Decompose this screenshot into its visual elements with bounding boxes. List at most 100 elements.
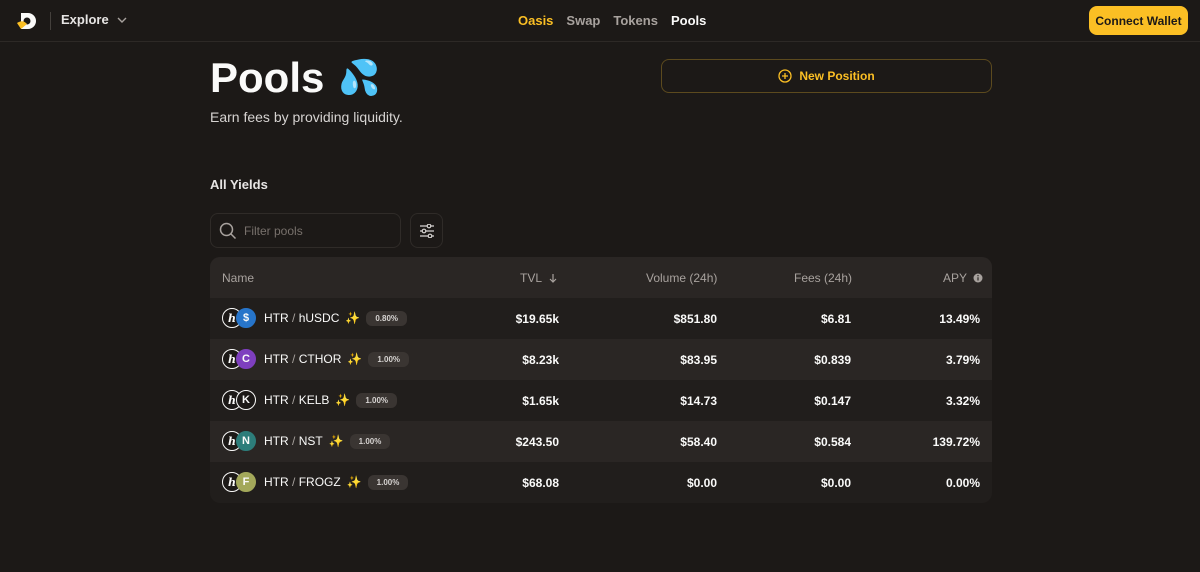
fee-tier-badge: 1.00%: [368, 351, 410, 367]
top-nav-bar: Explore Oasis Swap Tokens Pools Connect …: [0, 0, 1200, 42]
pool-pair: h F HTR / FROGZ ✨ 1.00%: [222, 472, 409, 492]
quote-token-icon: F: [236, 472, 256, 492]
tvl-value: $243.50: [515, 435, 559, 449]
column-volume[interactable]: Volume (24h): [646, 271, 717, 285]
pair-name: HTR / NST: [264, 434, 323, 448]
page-title-text: Pools: [210, 54, 325, 101]
arrow-down-icon: [549, 274, 557, 283]
fee-tier-badge: 1.00%: [367, 474, 409, 490]
fee-tier-badge: 1.00%: [356, 392, 398, 408]
quote-token-symbol: FROGZ: [298, 475, 341, 489]
column-volume-label: Volume (24h): [646, 271, 718, 285]
base-token-symbol: HTR: [264, 434, 289, 448]
sparkle-icon: ✨: [347, 352, 363, 366]
pool-pair: h C HTR / CTHOR ✨ 1.00%: [222, 349, 410, 369]
pool-pair: h N HTR / NST ✨ 1.00%: [222, 431, 391, 451]
main-nav: Oasis Swap Tokens Pools: [518, 13, 706, 28]
apy-value: 3.79%: [945, 353, 980, 367]
pools-table: Name TVL Volume (24h) Fees (24h) APY h $…: [210, 257, 992, 503]
pair-icons: h K: [222, 390, 258, 410]
fee-tier-badge: 1.00%: [349, 433, 391, 449]
fees-value: $0.584: [814, 435, 851, 449]
column-name-label: Name: [222, 271, 255, 285]
page-subtitle: Earn fees by providing liquidity.: [210, 109, 403, 125]
page-title: Pools 💦: [210, 54, 381, 102]
quote-token-icon: C: [236, 349, 256, 369]
table-header: Name TVL Volume (24h) Fees (24h) APY: [210, 257, 992, 298]
pool-pair: h $ HTR / hUSDC ✨ 0.80%: [222, 308, 408, 328]
water-drops-icon: 💦: [338, 59, 381, 97]
filter-pools-search: [210, 213, 401, 248]
plus-circle-icon: [778, 69, 792, 83]
pool-pair: h K HTR / KELB ✨ 1.00%: [222, 390, 398, 410]
explore-menu[interactable]: Explore: [61, 12, 127, 27]
volume-value: $851.80: [673, 312, 717, 326]
apy-value: 139.72%: [932, 435, 980, 449]
volume-value: $83.95: [680, 353, 717, 367]
dozer-logo-icon[interactable]: [16, 10, 38, 32]
quote-token-symbol: CTHOR: [298, 352, 342, 366]
column-apy-label: APY: [943, 271, 968, 285]
apy-value: 0.00%: [945, 476, 980, 490]
quote-token-symbol: NST: [298, 434, 323, 448]
table-row[interactable]: h $ HTR / hUSDC ✨ 0.80% $19.65k $851.80 …: [210, 298, 992, 339]
new-position-button[interactable]: New Position: [661, 59, 992, 93]
column-name[interactable]: Name: [222, 271, 254, 285]
tvl-value: $1.65k: [522, 394, 559, 408]
quote-token-symbol: KELB: [298, 393, 330, 407]
apy-value: 13.49%: [939, 312, 980, 326]
tvl-value: $8.23k: [522, 353, 559, 367]
search-icon: [219, 222, 237, 239]
volume-value: $14.73: [680, 394, 717, 408]
pair-name: HTR / hUSDC: [264, 311, 340, 325]
column-tvl-label: TVL: [520, 271, 543, 285]
new-position-label: New Position: [799, 69, 875, 83]
pair-name: HTR / FROGZ: [264, 475, 341, 489]
sparkle-icon: ✨: [335, 393, 351, 407]
section-title: All Yields: [210, 177, 268, 192]
table-row[interactable]: h C HTR / CTHOR ✨ 1.00% $8.23k $83.95 $0…: [210, 339, 992, 380]
quote-token-icon: N: [236, 431, 256, 451]
fees-value: $0.839: [814, 353, 851, 367]
fees-value: $0.00: [820, 476, 851, 490]
quote-token-symbol: hUSDC: [298, 311, 340, 325]
fees-value: $6.81: [820, 312, 851, 326]
nav-tokens[interactable]: Tokens: [613, 13, 658, 28]
table-row[interactable]: h K HTR / KELB ✨ 1.00% $1.65k $14.73 $0.…: [210, 380, 992, 421]
tvl-value: $19.65k: [515, 312, 559, 326]
pair-icons: h $: [222, 308, 258, 328]
base-token-symbol: HTR: [264, 311, 289, 325]
sparkle-icon: ✨: [346, 475, 362, 489]
base-token-symbol: HTR: [264, 475, 289, 489]
search-input[interactable]: [244, 223, 384, 238]
nav-swap[interactable]: Swap: [566, 13, 600, 28]
apy-value: 3.32%: [945, 394, 980, 408]
base-token-symbol: HTR: [264, 393, 289, 407]
header-divider: [50, 12, 51, 30]
volume-value: $0.00: [686, 476, 717, 490]
column-fees-label: Fees (24h): [794, 271, 853, 285]
fee-tier-badge: 0.80%: [366, 310, 408, 326]
column-apy[interactable]: APY: [943, 271, 983, 285]
table-row[interactable]: h F HTR / FROGZ ✨ 1.00% $68.08 $0.00 $0.…: [210, 462, 992, 503]
base-token-symbol: HTR: [264, 352, 289, 366]
column-fees[interactable]: Fees (24h): [794, 271, 852, 285]
volume-value: $58.40: [680, 435, 717, 449]
pair-name: HTR / KELB: [264, 393, 330, 407]
fees-value: $0.147: [814, 394, 851, 408]
connect-wallet-button[interactable]: Connect Wallet: [1089, 6, 1188, 35]
nav-oasis[interactable]: Oasis: [518, 13, 553, 28]
explore-label: Explore: [61, 12, 109, 27]
nav-pools[interactable]: Pools: [671, 13, 706, 28]
column-tvl[interactable]: TVL: [520, 271, 558, 285]
pair-icons: h F: [222, 472, 258, 492]
pair-name: HTR / CTHOR: [264, 352, 342, 366]
info-icon[interactable]: [973, 273, 983, 283]
table-row[interactable]: h N HTR / NST ✨ 1.00% $243.50 $58.40 $0.…: [210, 421, 992, 462]
sparkle-icon: ✨: [328, 434, 344, 448]
sparkle-icon: ✨: [345, 311, 361, 325]
pair-icons: h C: [222, 349, 258, 369]
tvl-value: $68.08: [522, 476, 559, 490]
filter-settings-button[interactable]: [410, 213, 443, 248]
quote-token-icon: K: [236, 390, 256, 410]
